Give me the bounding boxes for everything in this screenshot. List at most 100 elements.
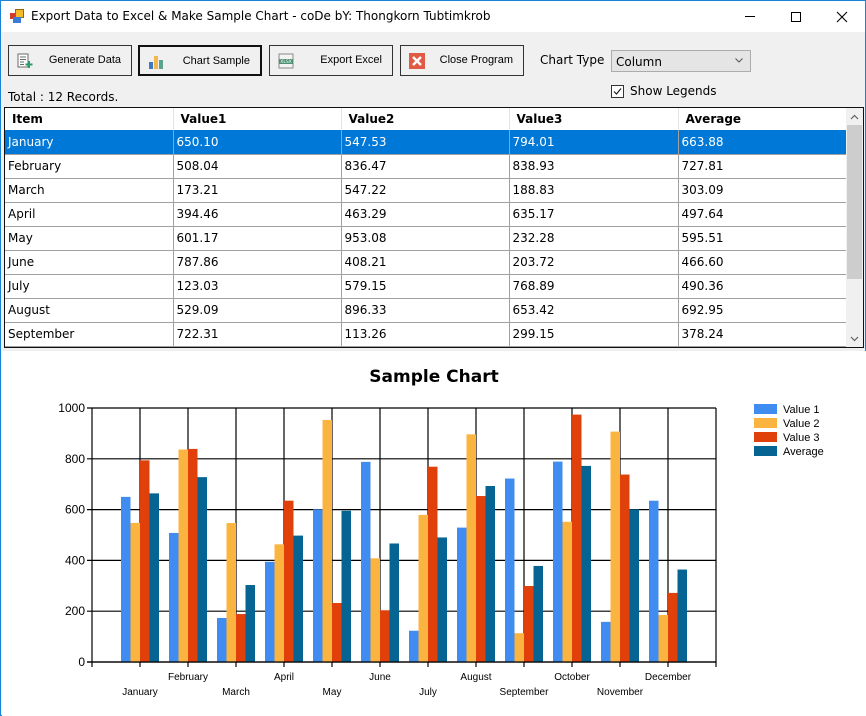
cell-value2[interactable]: 953.08	[341, 226, 510, 251]
scroll-thumb[interactable]	[847, 125, 862, 279]
cell-average[interactable]: 663.88	[678, 130, 848, 155]
bar-value-2	[130, 522, 140, 662]
bar-value-3	[524, 586, 534, 662]
table-row[interactable]: March 173.21 547.22 188.83 303.09	[5, 178, 848, 203]
table-row[interactable]: July 123.03 579.15 768.89 490.36	[5, 274, 848, 299]
table-row[interactable]: April 394.46 463.29 635.17 497.64	[5, 202, 848, 227]
legend-swatch	[754, 432, 777, 442]
scroll-down-button[interactable]	[846, 330, 863, 347]
svg-text:XLSX: XLSX	[280, 59, 292, 65]
y-tick-label: 200	[65, 604, 85, 618]
checkbox-box[interactable]	[611, 84, 624, 98]
cell-average[interactable]: 378.24	[678, 322, 848, 347]
close-program-label: Close Program	[439, 54, 513, 66]
minimize-button[interactable]	[727, 1, 773, 32]
cell-value3[interactable]: 635.17	[509, 202, 679, 227]
cell-item[interactable]: May	[5, 226, 174, 251]
cell-value2[interactable]: 547.53	[341, 130, 510, 155]
cell-average[interactable]: 466.60	[678, 250, 848, 275]
table-row[interactable]: June 787.86 408.21 203.72 466.60	[5, 250, 848, 275]
x-category-label: June	[369, 672, 391, 683]
cell-value1[interactable]: 508.04	[173, 154, 342, 179]
cell-average[interactable]: 490.36	[678, 274, 848, 299]
chevron-up-icon	[850, 114, 859, 119]
cell-average[interactable]: 303.09	[678, 178, 848, 203]
close-window-button[interactable]	[819, 1, 865, 32]
bar-value-2	[466, 434, 476, 662]
cell-item[interactable]: September	[5, 322, 174, 347]
cell-value2[interactable]: 836.47	[341, 154, 510, 179]
bar-value-1	[601, 621, 611, 662]
cell-average[interactable]: 692.95	[678, 298, 848, 323]
cell-item[interactable]: March	[5, 178, 174, 203]
cell-value3[interactable]: 794.01	[509, 130, 679, 155]
column-header-value3[interactable]: Value3	[509, 108, 679, 130]
x-category-label: March	[222, 687, 250, 698]
cell-value2[interactable]: 408.21	[341, 250, 510, 275]
title-bar: Export Data to Excel & Make Sample Chart…	[1, 1, 865, 32]
cell-value1[interactable]: 529.09	[173, 298, 342, 323]
cell-value3[interactable]: 203.72	[509, 250, 679, 275]
cell-value1[interactable]: 394.46	[173, 202, 342, 227]
cell-value3[interactable]: 232.28	[509, 226, 679, 251]
cell-value3[interactable]: 768.89	[509, 274, 679, 299]
close-program-button[interactable]: Close Program	[400, 45, 524, 76]
cell-value3[interactable]: 188.83	[509, 178, 679, 203]
cell-value1[interactable]: 173.21	[173, 178, 342, 203]
table-row[interactable]: January 650.10 547.53 794.01 663.88	[5, 130, 848, 155]
export-excel-button[interactable]: XLSX Export Excel	[269, 45, 393, 76]
cell-item[interactable]: January	[5, 130, 174, 155]
data-grid[interactable]: Item Value1 Value2 Value3 Average Januar…	[4, 107, 864, 348]
sample-chart: Sample Chart 0 200 400 600 800 1000 January Febr…	[58, 367, 824, 698]
cell-average[interactable]: 595.51	[678, 226, 848, 251]
cell-item[interactable]: February	[5, 154, 174, 179]
x-category-label: November	[597, 687, 644, 698]
cell-value3[interactable]: 838.93	[509, 154, 679, 179]
chevron-down-icon	[735, 58, 743, 63]
bar-value-2	[562, 521, 572, 662]
column-header-value2[interactable]: Value2	[341, 108, 510, 130]
cell-value2[interactable]: 113.26	[341, 322, 510, 347]
column-header-average[interactable]: Average	[678, 108, 848, 130]
cell-value2[interactable]: 463.29	[341, 202, 510, 227]
scroll-up-button[interactable]	[846, 108, 863, 125]
cell-item[interactable]: June	[5, 250, 174, 275]
cell-value1[interactable]: 601.17	[173, 226, 342, 251]
table-row[interactable]: February 508.04 836.47 838.93 727.81	[5, 154, 848, 179]
column-header-item[interactable]: Item	[5, 108, 174, 130]
bar-value-3	[428, 466, 438, 662]
cell-item[interactable]: April	[5, 202, 174, 227]
table-row[interactable]: September 722.31 113.26 299.15 378.24	[5, 322, 848, 347]
cell-value3[interactable]: 299.15	[509, 322, 679, 347]
generate-data-button[interactable]: Generate Data	[8, 45, 132, 76]
bar-average	[389, 543, 399, 662]
vertical-scrollbar[interactable]	[846, 108, 863, 347]
cell-average[interactable]: 727.81	[678, 154, 848, 179]
bar-value-3	[284, 500, 294, 662]
chart-type-select[interactable]: Column	[611, 50, 751, 72]
cell-value1[interactable]: 650.10	[173, 130, 342, 155]
cell-item[interactable]: August	[5, 298, 174, 323]
cell-value2[interactable]: 547.22	[341, 178, 510, 203]
bar-value-3	[668, 592, 678, 662]
y-tick-label: 0	[78, 655, 85, 669]
cell-value2[interactable]: 896.33	[341, 298, 510, 323]
legend-swatch	[754, 418, 777, 428]
column-header-value1[interactable]: Value1	[173, 108, 342, 130]
table-row[interactable]: May 601.17 953.08 232.28 595.51	[5, 226, 848, 251]
show-legends-checkbox[interactable]: Show Legends	[611, 84, 717, 98]
table-row[interactable]: August 529.09 896.33 653.42 692.95	[5, 298, 848, 323]
bar-average	[581, 465, 591, 662]
cell-item[interactable]: July	[5, 274, 174, 299]
maximize-button[interactable]	[773, 1, 819, 32]
cell-value1[interactable]: 787.86	[173, 250, 342, 275]
chart-sample-button[interactable]: Chart Sample	[138, 45, 262, 76]
cell-value3[interactable]: 653.42	[509, 298, 679, 323]
cell-value1[interactable]: 722.31	[173, 322, 342, 347]
legend-label: Average	[783, 446, 824, 458]
cell-value1[interactable]: 123.03	[173, 274, 342, 299]
cell-value2[interactable]: 579.15	[341, 274, 510, 299]
bar-value-1	[505, 478, 515, 662]
add-list-icon	[17, 53, 33, 68]
cell-average[interactable]: 497.64	[678, 202, 848, 227]
